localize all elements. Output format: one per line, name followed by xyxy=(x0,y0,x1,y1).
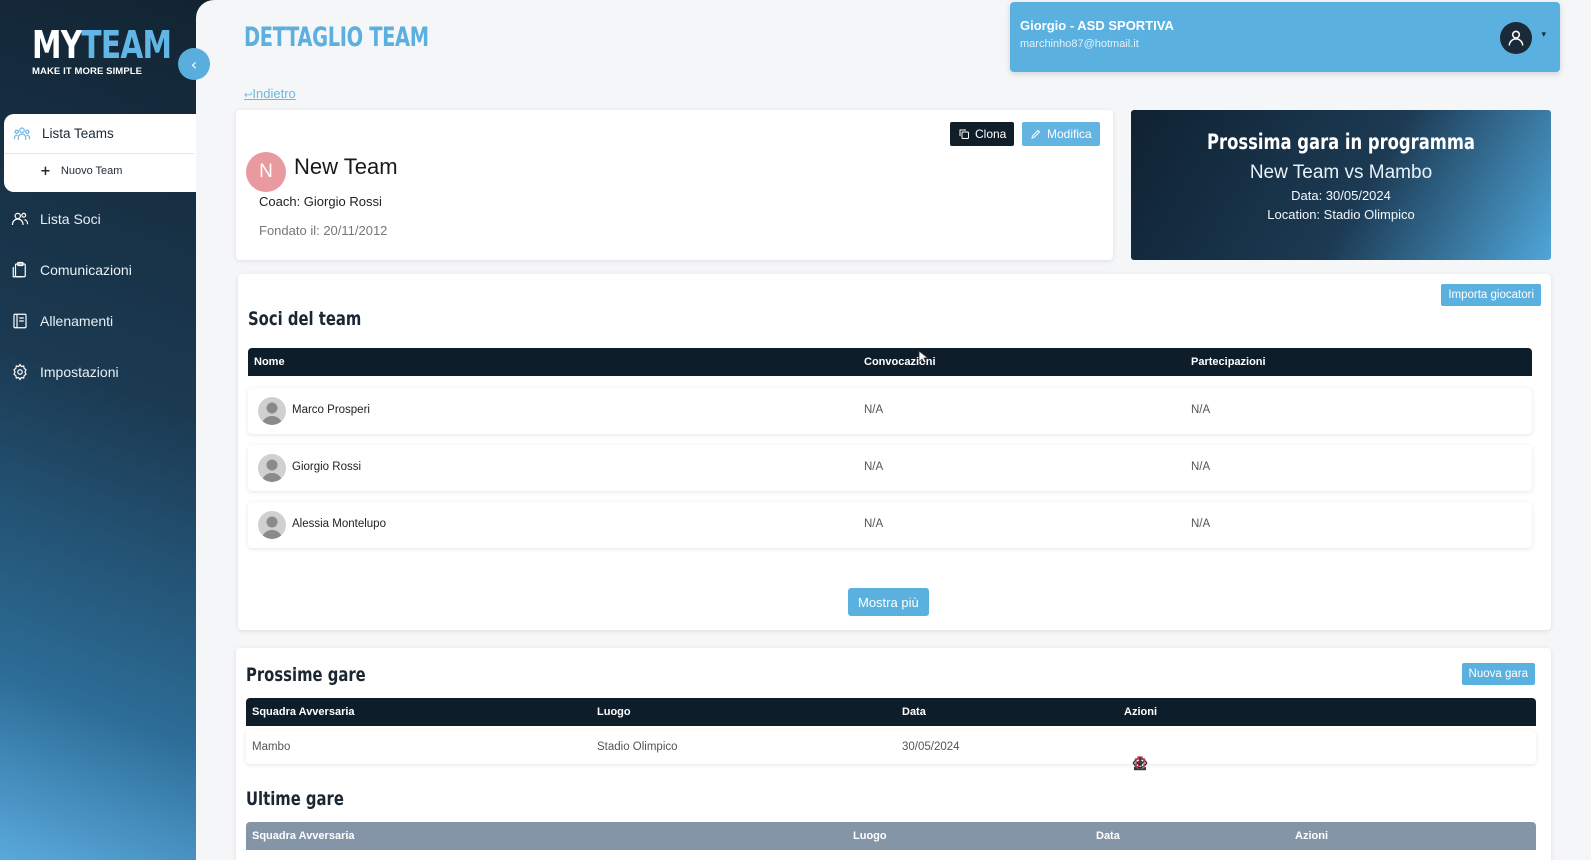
main-content: DETTAGLIO TEAM ↩Indietro Giorgio - ASD S… xyxy=(196,0,1591,860)
avatar xyxy=(258,397,286,425)
download-icon[interactable] xyxy=(1130,753,1150,773)
plus-icon: + xyxy=(40,163,51,179)
column-header: Luogo xyxy=(597,706,631,718)
import-players-button[interactable]: Importa giocatori xyxy=(1441,284,1541,306)
sidebar-item-label: Allenamenti xyxy=(40,313,114,329)
column-header: Data xyxy=(902,706,926,718)
chevron-left-icon: ‹ xyxy=(190,54,198,74)
column-header: Azioni xyxy=(1124,706,1157,718)
match-date: 30/05/2024 xyxy=(902,741,960,753)
sidebar-item-label: Lista Soci xyxy=(40,211,101,227)
match-opponent: Mambo xyxy=(252,741,291,753)
member-name: Alessia Montelupo xyxy=(292,518,386,530)
sidebar-item-label: Impostazioni xyxy=(40,364,119,380)
page-title: DETTAGLIO TEAM xyxy=(244,22,429,53)
upcoming-table-header: Squadra Avversaria Luogo Data Azioni xyxy=(246,698,1536,726)
logo-team: TEAM xyxy=(81,23,172,67)
member-partecipazioni: N/A xyxy=(1191,461,1211,473)
upcoming-title: Prossime gare xyxy=(246,664,366,686)
logo-my: MY xyxy=(32,23,82,67)
member-convocazioni: N/A xyxy=(864,518,884,530)
clone-label: Clona xyxy=(975,127,1007,141)
user-avatar-button[interactable] xyxy=(1500,22,1532,54)
avatar xyxy=(258,454,286,482)
next-match-date: Data: 30/05/2024 xyxy=(1291,188,1391,203)
sidebar-item-lista-teams[interactable]: Lista Teams xyxy=(4,114,194,154)
collapse-sidebar-button[interactable]: ‹ xyxy=(178,48,210,80)
table-row[interactable]: Marco Prosperi N/A N/A xyxy=(248,388,1532,434)
sidebar-item-impostazioni[interactable]: Impostazioni xyxy=(10,360,119,384)
sidebar: MYTEAM MAKE IT MORE SIMPLE Lista Teams +… xyxy=(0,0,200,860)
notebook-icon xyxy=(10,311,30,331)
sidebar-item-lista-teams-group: Lista Teams + Nuovo Team xyxy=(4,114,200,192)
sidebar-item-allenamenti[interactable]: Allenamenti xyxy=(10,309,113,333)
team-coach: Coach: Giorgio Rossi xyxy=(259,194,382,209)
copy-icon xyxy=(959,129,969,139)
members-table-header: Nome Convocazioni Partecipazioni xyxy=(248,348,1532,376)
back-link[interactable]: ↩Indietro xyxy=(244,86,296,101)
clipboard-icon xyxy=(10,260,30,280)
team-info-card: Clona Modifica N New Team Coach: Giorgio… xyxy=(236,110,1113,260)
table-row[interactable]: Alessia Montelupo N/A N/A xyxy=(248,502,1532,548)
column-header: Nome xyxy=(254,356,285,368)
clone-button[interactable]: Clona xyxy=(950,122,1015,146)
users-icon xyxy=(10,209,30,229)
next-match-matchup: New Team vs Mambo xyxy=(1249,162,1433,183)
past-table-header: Squadra Avversaria Luogo Data Azioni xyxy=(246,822,1536,850)
column-header: Luogo xyxy=(853,830,887,842)
sidebar-subitem-nuovo-team[interactable]: + Nuovo Team xyxy=(4,154,200,188)
member-convocazioni: N/A xyxy=(864,461,884,473)
table-row: Mambo Stadio Olimpico 30/05/2024 xyxy=(246,730,1536,771)
next-match-title: Prossima gara in programma xyxy=(1207,130,1475,154)
team-avatar: N xyxy=(246,152,286,192)
column-header: Data xyxy=(1096,830,1120,842)
matches-card: Prossime gare Nuova gara Squadra Avversa… xyxy=(236,648,1551,860)
sidebar-subitem-label: Nuovo Team xyxy=(60,165,123,177)
teams-icon xyxy=(12,124,32,144)
column-header: Squadra Avversaria xyxy=(252,830,355,842)
sidebar-item-label: Comunicazioni xyxy=(40,262,132,278)
member-name: Marco Prosperi xyxy=(292,404,370,416)
next-match-location: Location: Stadio Olimpico xyxy=(1267,207,1415,222)
table-row[interactable]: Giorgio Rossi N/A N/A xyxy=(248,445,1532,491)
user-email: marchinho87@hotmail.it xyxy=(1020,38,1139,50)
caret-down-icon[interactable]: ▾ xyxy=(1541,30,1546,40)
new-match-button[interactable]: Nuova gara xyxy=(1461,663,1535,685)
member-name: Giorgio Rossi xyxy=(292,461,362,473)
edit-label: Modifica xyxy=(1047,127,1092,141)
mouse-cursor xyxy=(918,350,928,364)
sidebar-item-comunicazioni[interactable]: Comunicazioni xyxy=(10,258,132,282)
user-icon xyxy=(1508,30,1524,46)
column-header: Partecipazioni xyxy=(1191,356,1266,368)
pencil-icon xyxy=(1031,129,1041,139)
user-name: Giorgio - ASD SPORTIVA xyxy=(1020,18,1174,33)
team-founded: Fondato il: 20/11/2012 xyxy=(259,223,388,238)
column-header: Azioni xyxy=(1295,830,1328,842)
avatar xyxy=(258,511,286,539)
members-title: Soci del team xyxy=(248,308,362,330)
column-header: Squadra Avversaria xyxy=(252,706,355,718)
member-convocazioni: N/A xyxy=(864,404,884,416)
members-card: Importa giocatori Soci del team Nome Con… xyxy=(238,274,1551,630)
sidebar-item-lista-soci[interactable]: Lista Soci xyxy=(10,207,101,231)
next-match-card: Prossima gara in programma New Team vs M… xyxy=(1131,110,1551,260)
show-more-button[interactable]: Mostra più xyxy=(848,588,929,616)
member-partecipazioni: N/A xyxy=(1191,518,1211,530)
team-name: New Team xyxy=(294,154,398,179)
member-partecipazioni: N/A xyxy=(1191,404,1211,416)
match-place: Stadio Olimpico xyxy=(597,741,678,753)
back-link-label: Indietro xyxy=(252,86,296,101)
gear-icon xyxy=(10,362,30,382)
sidebar-item-label: Lista Teams xyxy=(42,126,114,141)
edit-button[interactable]: Modifica xyxy=(1022,122,1100,146)
user-card: Giorgio - ASD SPORTIVA marchinho87@hotma… xyxy=(1010,2,1560,72)
past-title: Ultime gare xyxy=(246,788,344,810)
